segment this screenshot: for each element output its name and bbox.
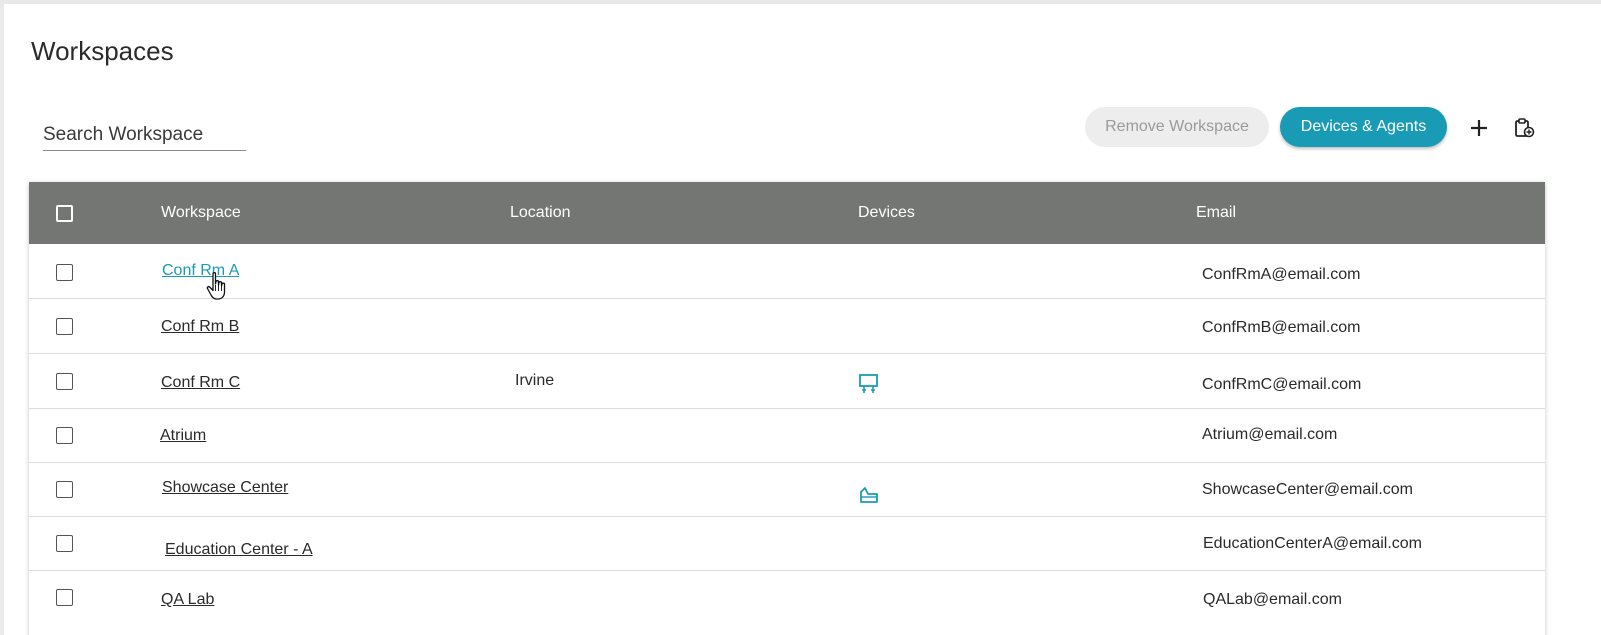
search-field[interactable] — [43, 120, 246, 151]
table-row: Showcase Center ShowcaseCenter@email.com — [29, 462, 1545, 517]
row-checkbox[interactable] — [56, 535, 73, 552]
workspace-link[interactable]: Showcase Center — [162, 479, 288, 497]
table-row: Education Center - A EducationCenterA@em… — [29, 516, 1545, 571]
workspaces-table: Workspace Location Devices Email Conf Rm… — [29, 182, 1545, 635]
display-board-icon[interactable] — [858, 373, 880, 395]
search-input[interactable] — [43, 120, 246, 150]
column-header-location[interactable]: Location — [510, 204, 571, 222]
workspace-email: ConfRmB@email.com — [1202, 319, 1361, 336]
column-header-devices[interactable]: Devices — [858, 204, 915, 222]
table-header: Workspace Location Devices Email — [29, 182, 1545, 244]
tablet-stand-icon[interactable] — [858, 483, 880, 505]
workspace-link[interactable]: QA Lab — [161, 591, 214, 609]
workspace-link[interactable]: Atrium — [160, 427, 206, 445]
workspace-link[interactable]: Education Center - A — [165, 541, 313, 559]
row-checkbox[interactable] — [56, 481, 73, 498]
clipboard-add-icon[interactable] — [1510, 114, 1538, 142]
table-row: Atrium Atrium@email.com — [29, 408, 1545, 463]
row-checkbox[interactable] — [56, 589, 73, 606]
row-checkbox[interactable] — [56, 373, 73, 390]
workspace-email: ConfRmC@email.com — [1202, 376, 1362, 393]
devices-agents-button[interactable]: Devices & Agents — [1280, 107, 1447, 147]
row-checkbox[interactable] — [56, 427, 73, 444]
table-row: Conf Rm C Irvine ConfRmC@email.com — [29, 354, 1545, 409]
column-header-workspace[interactable]: Workspace — [161, 204, 241, 222]
table-row: Conf Rm B ConfRmB@email.com — [29, 299, 1545, 354]
workspace-location: Irvine — [515, 372, 555, 389]
row-checkbox[interactable] — [56, 318, 73, 335]
page-title: Workspaces — [31, 36, 174, 66]
workspace-link[interactable]: Conf Rm C — [161, 374, 240, 392]
workspace-email: ShowcaseCenter@email.com — [1202, 481, 1413, 498]
select-all-checkbox[interactable] — [56, 205, 73, 222]
table-row: QA Lab QALab@email.com — [29, 570, 1545, 624]
workspaces-page: Workspaces Remove Workspace Devices & Ag… — [4, 4, 1601, 635]
remove-workspace-button[interactable]: Remove Workspace — [1085, 107, 1269, 147]
workspace-link[interactable]: Conf Rm A — [162, 262, 239, 280]
workspace-email: Atrium@email.com — [1202, 426, 1338, 443]
workspace-email: ConfRmA@email.com — [1202, 266, 1361, 283]
column-header-email[interactable]: Email — [1196, 204, 1236, 222]
workspace-link[interactable]: Conf Rm B — [161, 318, 239, 336]
plus-icon[interactable] — [1465, 114, 1493, 142]
workspace-email: QALab@email.com — [1203, 591, 1342, 608]
table-row: Conf Rm A ConfRmA@email.com — [29, 244, 1545, 299]
row-checkbox[interactable] — [56, 264, 73, 281]
workspace-email: EducationCenterA@email.com — [1203, 535, 1423, 552]
